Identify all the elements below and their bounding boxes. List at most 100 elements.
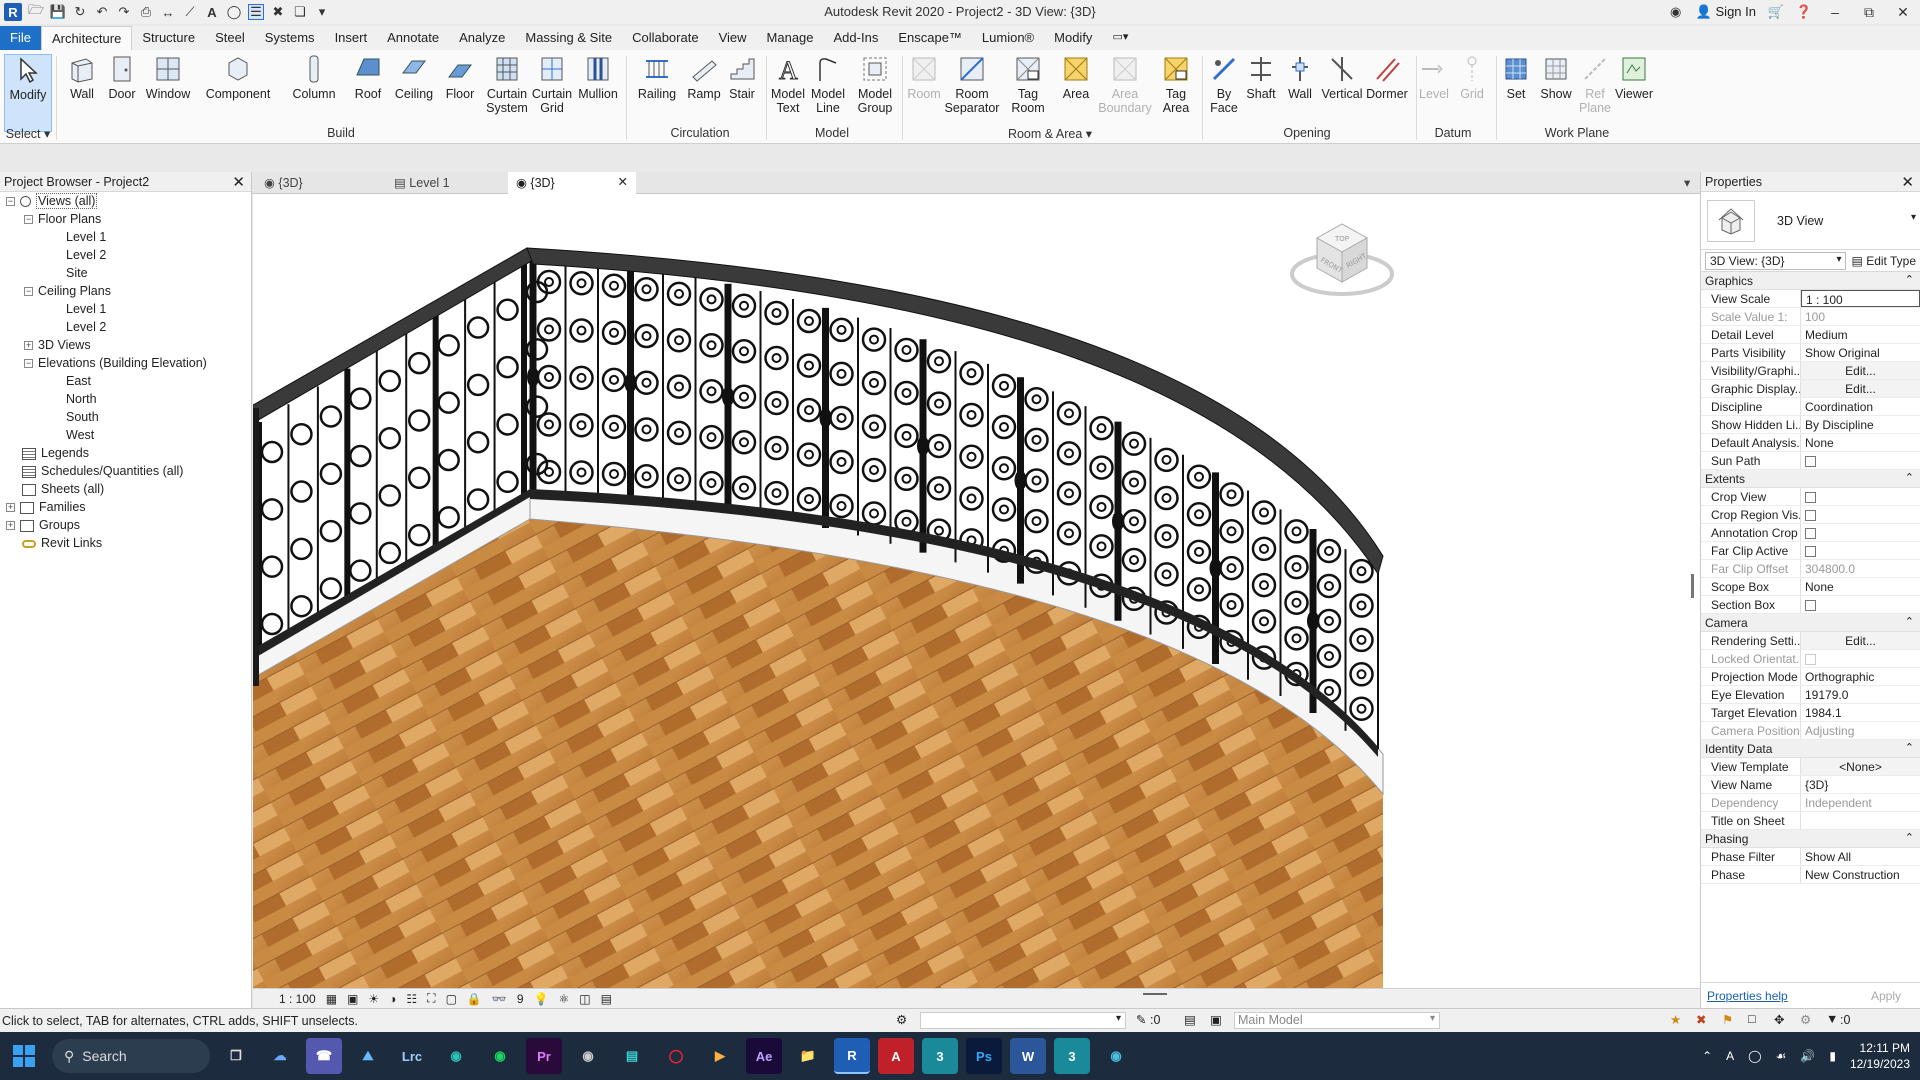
category-extents[interactable]: Extents ⌃ bbox=[1701, 470, 1920, 488]
view-tab-level-1[interactable]: ▤ Level 1 bbox=[386, 172, 514, 194]
3d-viewport[interactable]: TOP FRONT RIGHT bbox=[253, 194, 1700, 988]
3ds-max-icon[interactable]: ▤ bbox=[614, 1038, 650, 1074]
collapse-icon[interactable]: − bbox=[6, 197, 15, 207]
sync-status-icon[interactable]: ◯ bbox=[1748, 1049, 1761, 1063]
scope-box-field[interactable]: None bbox=[1801, 578, 1920, 595]
tree-node-west[interactable]: West bbox=[66, 426, 94, 444]
design-options-icon[interactable]: ▤ bbox=[1184, 1012, 1196, 1027]
select-pinned-icon[interactable]: ⚑ bbox=[1722, 1012, 1733, 1027]
photoshop-icon[interactable]: Ps bbox=[966, 1038, 1002, 1074]
help-icon[interactable]: ❓ bbox=[1796, 4, 1812, 20]
reveal-constraints-icon[interactable]: ▤ bbox=[601, 992, 612, 1006]
rendering-edit-button[interactable]: Edit... bbox=[1801, 632, 1920, 649]
tab-enscape[interactable]: Enscape™ bbox=[888, 26, 972, 50]
category-identity-data[interactable]: Identity Data ⌃ bbox=[1701, 740, 1920, 758]
collapse-icon[interactable]: ⌃ bbox=[1905, 741, 1914, 754]
type-dropdown-icon[interactable]: ▾ bbox=[1911, 212, 1916, 223]
horizontal-scrollbar[interactable] bbox=[1143, 993, 1167, 995]
tab-systems[interactable]: Systems bbox=[255, 26, 325, 50]
tree-node-ceiling-plans[interactable]: − Ceiling Plans bbox=[24, 282, 111, 300]
room-button[interactable]: Room bbox=[900, 54, 948, 132]
teams-icon[interactable]: ☎ bbox=[306, 1038, 342, 1074]
balcony-model[interactable] bbox=[253, 194, 1700, 988]
default-analysis-field[interactable]: None bbox=[1801, 434, 1920, 451]
ceiling-button[interactable]: Ceiling bbox=[390, 54, 438, 132]
vertical-button[interactable]: Vertical bbox=[1318, 54, 1366, 132]
type-selector[interactable]: 3D View ▾ bbox=[1701, 192, 1920, 250]
text-icon[interactable]: A bbox=[204, 4, 220, 20]
sync-icon[interactable]: ↻ bbox=[72, 4, 88, 20]
tab-analyze[interactable]: Analyze bbox=[449, 26, 515, 50]
room-area-group-dropdown[interactable]: Room & Area ▾ bbox=[900, 126, 1200, 141]
exclude-options-icon[interactable]: ▣ bbox=[1210, 1012, 1222, 1027]
properties-help-link[interactable]: Properties help bbox=[1707, 989, 1788, 1003]
default-3d-view-icon[interactable]: ◯ bbox=[226, 4, 242, 20]
tab-add-ins[interactable]: Add-Ins bbox=[824, 26, 889, 50]
collapse-icon[interactable]: − bbox=[24, 359, 33, 369]
tab-structure[interactable]: Structure bbox=[132, 26, 205, 50]
taskbar-search[interactable]: ⚲ Search bbox=[52, 1039, 210, 1073]
language-icon[interactable]: A bbox=[1726, 1049, 1734, 1063]
lightroom-classic-icon[interactable]: Lrc bbox=[394, 1038, 430, 1074]
curtain-grid-button[interactable]: Curtain Grid bbox=[528, 54, 576, 132]
viewer-button[interactable]: Viewer bbox=[1610, 54, 1658, 132]
dormer-button[interactable]: Dormer bbox=[1363, 54, 1411, 132]
discipline-field[interactable]: Coordination bbox=[1801, 398, 1920, 415]
globe-app-icon[interactable]: ◉ bbox=[1098, 1038, 1134, 1074]
category-camera[interactable]: Camera ⌃ bbox=[1701, 614, 1920, 632]
sign-in-link[interactable]: 👤 Sign In bbox=[1696, 4, 1756, 20]
category-phasing[interactable]: Phasing ⌃ bbox=[1701, 830, 1920, 848]
wall-opening-button[interactable]: Wall bbox=[1276, 54, 1324, 132]
mullion-button[interactable]: Mullion bbox=[574, 54, 622, 132]
open-icon[interactable]: 🗁 bbox=[28, 2, 44, 20]
tree-node-east[interactable]: East bbox=[66, 372, 91, 390]
visual-style-icon[interactable]: ▣ bbox=[347, 992, 358, 1006]
cart-icon[interactable]: 🛒 bbox=[1768, 4, 1784, 20]
tab-view[interactable]: View bbox=[709, 26, 757, 50]
aligned-dimension-icon[interactable]: ⟋ bbox=[182, 4, 198, 20]
close-tab-icon[interactable]: ✕ bbox=[618, 174, 628, 189]
highlight-displacement-icon[interactable]: ◫ bbox=[579, 992, 590, 1006]
select-underlay-icon[interactable]: ✖ bbox=[1696, 1012, 1706, 1027]
switch-windows-icon[interactable]: ❏ bbox=[292, 4, 308, 20]
end-post[interactable] bbox=[253, 408, 259, 686]
view-scale-control[interactable]: 1 : 100 bbox=[279, 992, 316, 1006]
measure-icon[interactable]: ↔ bbox=[160, 4, 176, 20]
tab-file[interactable]: File bbox=[0, 26, 41, 50]
task-view-icon[interactable]: ❐ bbox=[218, 1038, 254, 1074]
area-boundary-button[interactable]: Area Boundary bbox=[1098, 54, 1152, 132]
tab-modify[interactable]: Modify bbox=[1044, 26, 1102, 50]
parts-visibility-field[interactable]: Show Original bbox=[1801, 344, 1920, 361]
area-button[interactable]: Area bbox=[1052, 54, 1100, 132]
reveal-hidden-icon[interactable]: 💡 bbox=[534, 992, 549, 1006]
print-icon[interactable]: ⎙ bbox=[138, 4, 154, 20]
crop-icon[interactable]: ⛶ bbox=[427, 991, 435, 1006]
tab-manage[interactable]: Manage bbox=[757, 26, 824, 50]
redo-icon[interactable]: ↷ bbox=[116, 4, 132, 20]
file-explorer-icon[interactable]: 📁 bbox=[790, 1038, 826, 1074]
revit-logo-icon[interactable]: R bbox=[4, 3, 22, 21]
far-clip-checkbox[interactable] bbox=[1805, 546, 1816, 557]
binoculars-icon[interactable]: ◉ bbox=[1668, 4, 1684, 20]
widgets-icon[interactable]: ☁ bbox=[262, 1038, 298, 1074]
editable-only-icon[interactable]: ✎ bbox=[1136, 1012, 1146, 1027]
tree-node-revit-links[interactable]: Revit Links bbox=[22, 534, 102, 552]
collapse-icon[interactable]: − bbox=[24, 215, 33, 225]
collapse-icon[interactable]: ⌃ bbox=[1905, 615, 1914, 628]
collapse-icon[interactable]: ⌃ bbox=[1905, 831, 1914, 844]
tree-node-floor-plans[interactable]: − Floor Plans bbox=[24, 210, 101, 228]
tree-node-views-all[interactable]: − Views (all) bbox=[6, 192, 98, 210]
model-group-button[interactable]: Model Group bbox=[851, 54, 899, 132]
tab-architecture[interactable]: Architecture bbox=[40, 26, 133, 50]
category-graphics[interactable]: Graphics ⌃ bbox=[1701, 272, 1920, 290]
room-separator-button[interactable]: Room Separator bbox=[945, 54, 999, 132]
select-by-face-icon[interactable]: □ bbox=[1748, 1012, 1756, 1026]
show-hidden-lines-field[interactable]: By Discipline bbox=[1801, 416, 1920, 433]
wifi-icon[interactable]: ☙ bbox=[1776, 1049, 1787, 1063]
background-process-icon[interactable]: ⚙ bbox=[1800, 1012, 1811, 1027]
tree-node-3d-views[interactable]: +3D Views bbox=[24, 336, 91, 354]
view-scale-field[interactable]: 1 : 100 bbox=[1801, 290, 1920, 307]
photos-icon[interactable]: ⛰ bbox=[350, 1038, 386, 1074]
component-button[interactable]: Component bbox=[206, 54, 270, 132]
start-button[interactable] bbox=[0, 1032, 48, 1080]
